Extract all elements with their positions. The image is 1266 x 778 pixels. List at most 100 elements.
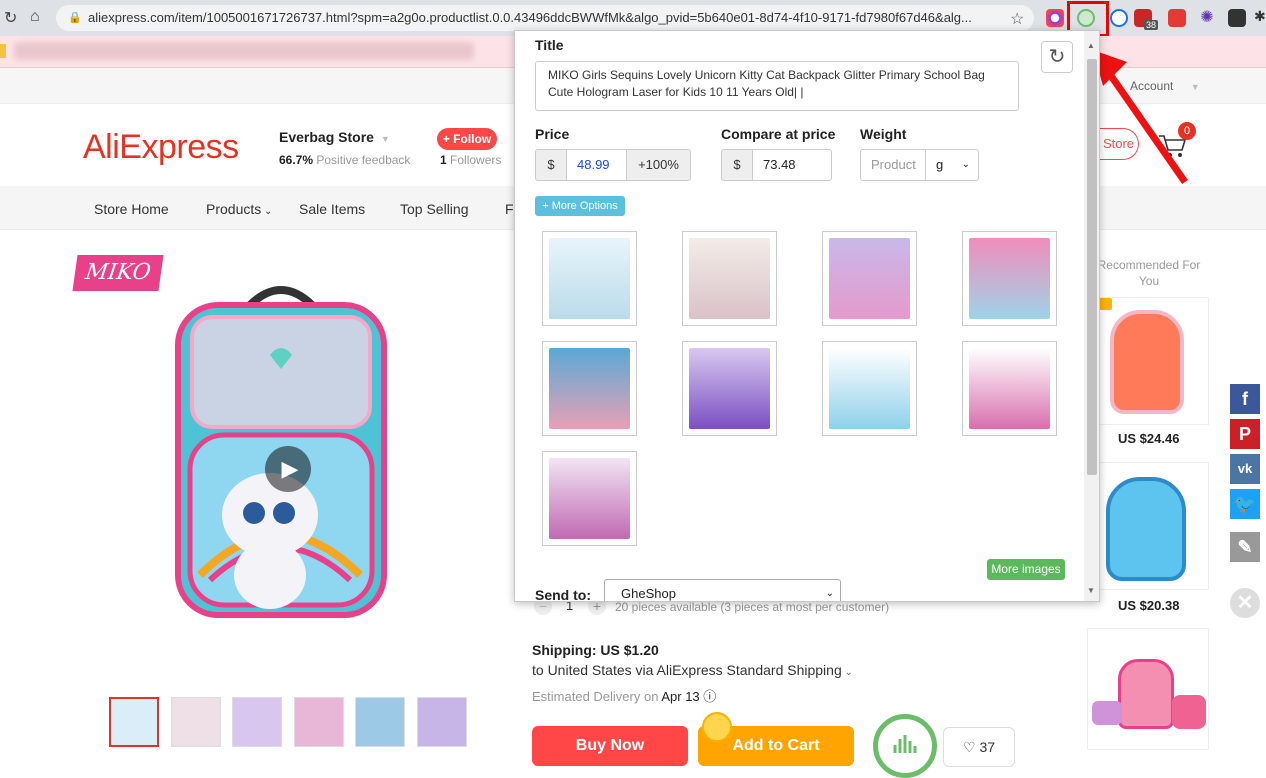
more-options-button[interactable]: + More Options [535, 196, 625, 216]
send-to-label: Send to: [535, 587, 591, 602]
nav-products-label: Products [206, 201, 262, 217]
recommended-image [1172, 695, 1206, 729]
shipping-price: Shipping: US $1.20 [532, 642, 659, 658]
help-icon[interactable]: ⓘ [703, 689, 716, 704]
product-thumbnail[interactable] [232, 697, 282, 747]
chevron-down-icon: ⌄ [841, 667, 853, 678]
weight-unit-value: g [936, 157, 944, 172]
store-name[interactable]: Everbag Store ▼ [279, 129, 390, 145]
shipping-method[interactable]: to United States via AliExpress Standard… [532, 662, 853, 678]
weight-unit-select[interactable]: g ⌄ [925, 149, 979, 181]
product-image-option[interactable] [542, 231, 637, 326]
product-import-popup: Title ↻ MIKO Girls Sequins Lovely Unicor… [514, 30, 1100, 602]
product-image-option[interactable] [682, 231, 777, 326]
product-image-option[interactable] [822, 231, 917, 326]
recommended-image [1106, 477, 1186, 581]
extension-icon[interactable] [1228, 9, 1246, 27]
product-image-option[interactable] [962, 341, 1057, 436]
product-image-option[interactable] [822, 341, 917, 436]
edit-icon[interactable]: ✎ [1230, 532, 1260, 562]
extension-import-button[interactable] [873, 714, 937, 778]
product-thumbnail[interactable] [355, 697, 405, 747]
gear-extension-icon[interactable]: ✺ [1198, 9, 1216, 27]
recommended-image [1110, 310, 1184, 414]
product-image-option[interactable] [542, 451, 637, 546]
delivery-prefix: Estimated Delivery on [532, 689, 659, 704]
scrollbar-thumb[interactable] [1087, 59, 1097, 475]
more-images-button[interactable]: More images [987, 559, 1065, 580]
wishlist-count: 37 [979, 739, 996, 755]
price-markup[interactable]: +100% [626, 149, 691, 181]
compare-currency: $ [721, 149, 753, 181]
address-bar[interactable]: 🔒 aliexpress.com/item/1005001671726737.h… [56, 5, 1034, 31]
followers: 1 Followers [440, 153, 501, 167]
chevron-down-icon: ⌄ [261, 206, 273, 217]
product-thumbnail[interactable] [171, 697, 221, 747]
extension-icon[interactable] [1110, 9, 1128, 27]
recommended-item[interactable] [1087, 297, 1209, 425]
product-image-option[interactable] [682, 341, 777, 436]
brand-logo-text: MIKO [83, 260, 153, 285]
scroll-up-icon[interactable]: ▲ [1087, 41, 1095, 50]
play-video-button[interactable]: ▶ [265, 446, 311, 492]
vk-share-icon[interactable]: vk [1230, 454, 1260, 484]
twitter-share-icon[interactable]: 🐦 [1230, 489, 1260, 519]
pinterest-share-icon[interactable]: P [1230, 419, 1260, 449]
nav-sale-items[interactable]: Sale Items [299, 201, 365, 217]
bookmark-icon [0, 44, 6, 58]
reload-icon[interactable]: ↻ [4, 8, 17, 28]
arrow-annotation [1093, 50, 1188, 185]
close-share-icon[interactable]: ✕ [1230, 588, 1260, 618]
refresh-icon: ↻ [1048, 46, 1066, 68]
refresh-button[interactable]: ↻ [1041, 41, 1073, 73]
url-text: aliexpress.com/item/1005001671726737.htm… [88, 10, 972, 25]
followers-count: 1 [440, 153, 447, 167]
follow-button[interactable]: + Follow [437, 128, 497, 150]
facebook-share-icon[interactable]: f [1230, 384, 1260, 414]
puzzle-icon[interactable]: ✱ [1254, 8, 1266, 25]
weight-input[interactable]: Product [860, 149, 926, 181]
scroll-down-icon[interactable]: ▼ [1087, 586, 1095, 595]
store-name-text: Everbag Store [279, 129, 374, 145]
product-thumbnail[interactable] [294, 697, 344, 747]
aliexpress-logo[interactable]: AliExpress [83, 128, 239, 167]
feedback-label: Positive feedback [316, 153, 411, 167]
delivery-date: Apr 13 [661, 689, 700, 704]
coin-icon [702, 712, 732, 742]
nav-products[interactable]: Products ⌄ [206, 201, 272, 217]
product-image-option[interactable] [962, 231, 1057, 326]
extension-icon[interactable] [1168, 9, 1186, 27]
nav-top-selling[interactable]: Top Selling [400, 201, 469, 217]
buy-now-button[interactable]: Buy Now [532, 726, 688, 766]
price-input[interactable]: 48.99 [566, 149, 627, 181]
send-to-select[interactable]: GheShop ⌄ [604, 579, 841, 601]
extension-icon[interactable] [1046, 9, 1064, 27]
recommended-price: US $24.46 [1118, 431, 1180, 446]
recommended-item[interactable] [1087, 462, 1209, 590]
sound-wave-icon [893, 735, 917, 753]
home-icon[interactable]: ⌂ [30, 8, 40, 26]
recommended-title: Recommended For You [1097, 258, 1201, 288]
wishlist-button[interactable]: ♡ 37 [943, 727, 1015, 767]
estimated-delivery: Estimated Delivery on Apr 13 ⓘ [532, 686, 716, 705]
recommended-image [1118, 659, 1174, 729]
chevron-down-icon: ⌄ [961, 159, 970, 170]
popup-scrollbar[interactable]: ▲ ▼ [1084, 31, 1099, 601]
weight-label: Weight [860, 126, 907, 142]
play-icon: ▶ [281, 456, 299, 481]
availability-text: 20 pieces available (3 pieces at most pe… [615, 600, 890, 614]
title-textarea[interactable]: MIKO Girls Sequins Lovely Unicorn Kitty … [535, 61, 1019, 111]
product-image-option[interactable] [542, 341, 637, 436]
nav-store-home[interactable]: Store Home [94, 201, 169, 217]
heart-icon: ♡ [962, 739, 976, 755]
dropship-extension-icon[interactable] [1077, 9, 1095, 27]
star-icon[interactable]: ☆ [1010, 9, 1024, 29]
product-thumbnail[interactable] [109, 697, 159, 747]
store-feedback: 66.7% Positive feedback [279, 153, 410, 167]
product-thumbnail[interactable] [417, 697, 467, 747]
recommended-item[interactable] [1087, 628, 1209, 750]
compare-price-input[interactable]: 73.48 [752, 149, 832, 181]
price-currency: $ [535, 149, 567, 181]
chevron-down-icon: ⌄ [825, 588, 834, 599]
price-label: Price [535, 126, 570, 142]
